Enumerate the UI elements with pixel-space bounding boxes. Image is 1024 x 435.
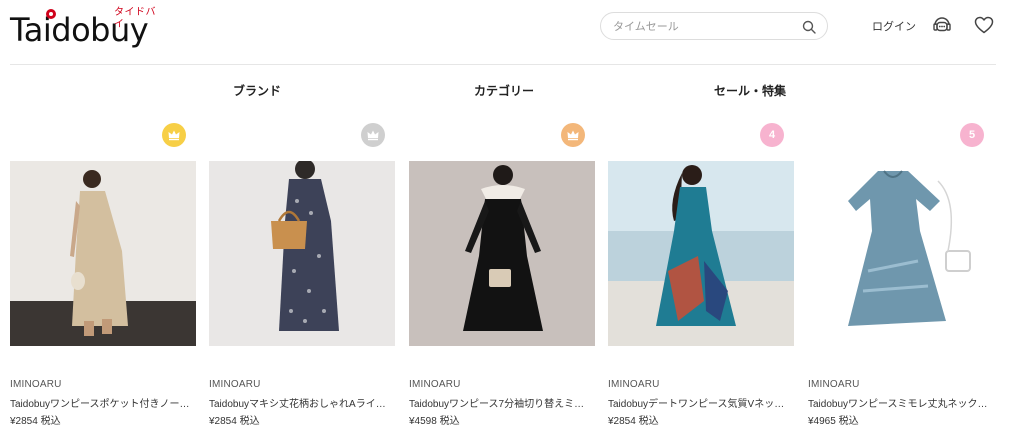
product-price: ¥2854 税込: [209, 412, 260, 427]
tax-label: 税込: [239, 416, 260, 427]
main-nav: ブランド カテゴリー セール・特集: [0, 80, 1008, 100]
search-input[interactable]: [613, 18, 793, 36]
product-price: ¥4965 税込: [808, 412, 859, 427]
tax-label: 税込: [439, 416, 460, 427]
product-card[interactable]: IMINOARU Taidobuyワンピース7分袖切り替えミ… ¥4598 税込: [409, 120, 595, 435]
product-image[interactable]: [608, 161, 794, 346]
favorites-heart-icon[interactable]: [973, 14, 995, 36]
logo[interactable]: Taidobuy タイドバイ: [10, 7, 160, 48]
tax-label: 税込: [638, 416, 659, 427]
rank-number-badge: 5: [960, 123, 984, 147]
product-card[interactable]: IMINOARU Taidobuyワンピースポケット付きノー… ¥2854 税込: [10, 120, 196, 435]
product-ranking-list: IMINOARU Taidobuyワンピースポケット付きノー… ¥2854 税込: [0, 120, 1008, 435]
search-icon[interactable]: [801, 19, 817, 35]
product-brand: IMINOARU: [209, 379, 261, 390]
crown-icon: [168, 130, 180, 141]
rank-crown-badge: [162, 123, 186, 147]
price-value: ¥4598: [409, 416, 437, 427]
nav-item-sale-feature[interactable]: セール・特集: [714, 82, 786, 99]
product-image[interactable]: [209, 161, 395, 346]
nav-item-category[interactable]: カテゴリー: [474, 82, 534, 99]
price-value: ¥4965: [808, 416, 836, 427]
rank-number: 5: [968, 129, 976, 141]
product-price: ¥4598 税込: [409, 412, 460, 427]
product-brand: IMINOARU: [409, 379, 461, 390]
product-image[interactable]: [409, 161, 595, 346]
product-title[interactable]: Taidobuyワンピースポケット付きノー…: [10, 395, 196, 410]
rank-crown-badge: [361, 123, 385, 147]
tax-label: 税込: [838, 416, 859, 427]
login-link[interactable]: ログイン: [872, 18, 916, 34]
price-value: ¥2854: [209, 416, 237, 427]
product-brand: IMINOARU: [10, 379, 62, 390]
customer-support-icon[interactable]: [931, 14, 953, 36]
product-title[interactable]: Taidobuyワンピース7分袖切り替えミ…: [409, 395, 595, 410]
nav-item-brand[interactable]: ブランド: [233, 82, 281, 99]
product-card[interactable]: 5 IMINOARU Taidobuyワンピースミモレ丈丸ネック… ¥4965 …: [808, 120, 994, 435]
product-title[interactable]: Taidobuyマキシ丈花柄おしゃれAライ…: [209, 395, 395, 410]
logo-kana: タイドバイ: [114, 7, 156, 30]
product-title[interactable]: Taidobuyワンピースミモレ丈丸ネック…: [808, 395, 994, 410]
product-brand: IMINOARU: [608, 379, 660, 390]
product-image[interactable]: [10, 161, 196, 346]
tax-label: 税込: [40, 416, 61, 427]
price-value: ¥2854: [10, 416, 38, 427]
product-brand: IMINOARU: [808, 379, 860, 390]
product-image[interactable]: [808, 161, 994, 346]
price-value: ¥2854: [608, 416, 636, 427]
product-title[interactable]: Taidobuyデートワンピース気質Vネッ…: [608, 395, 794, 410]
crown-icon: [367, 130, 379, 141]
header: Taidobuy タイドバイ ログイン: [0, 0, 1008, 64]
product-price: ¥2854 税込: [10, 412, 61, 427]
rank-number-badge: 4: [760, 123, 784, 147]
crown-icon: [567, 130, 579, 141]
product-price: ¥2854 税込: [608, 412, 659, 427]
rank-crown-badge: [561, 123, 585, 147]
product-card[interactable]: IMINOARU Taidobuyマキシ丈花柄おしゃれAライ… ¥2854 税込: [209, 120, 395, 435]
search-box: [600, 12, 828, 40]
rank-number: 4: [768, 129, 776, 141]
logo-flower-icon: [46, 9, 56, 19]
product-card[interactable]: 4 IMINOARU Taidobuyデートワンピース気質Vネッ… ¥2854 …: [608, 120, 794, 435]
header-divider: [10, 64, 996, 65]
